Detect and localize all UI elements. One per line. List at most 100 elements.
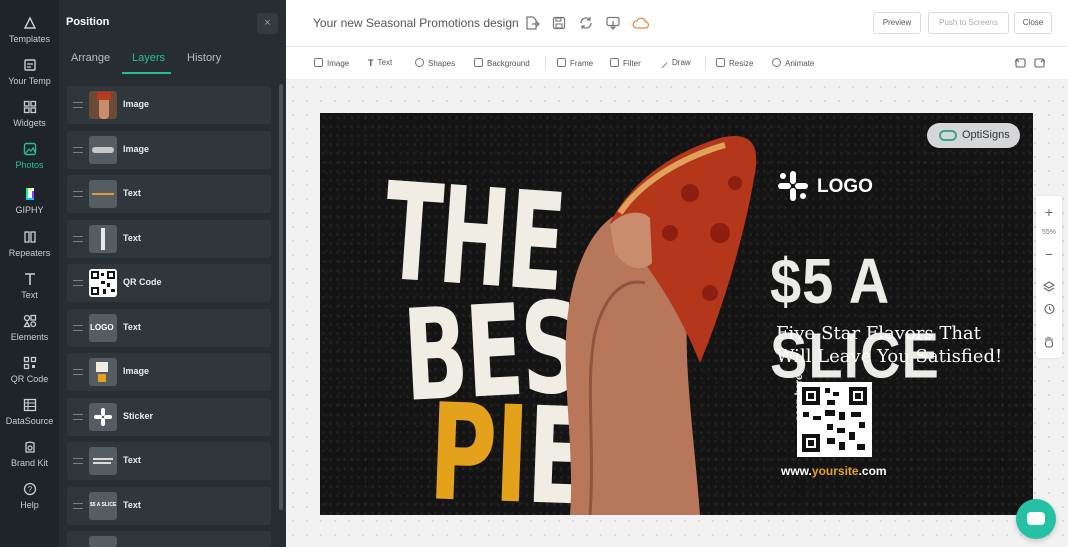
tool-label: Resize (729, 59, 754, 68)
text-icon (24, 273, 35, 285)
tool-label: Filter (623, 59, 641, 68)
rail-item-help[interactable]: ? Help (0, 482, 59, 510)
layer-label: Image (123, 366, 150, 376)
subline-1[interactable]: Five-Star Flavors That (776, 323, 981, 344)
push-to-screens-button[interactable]: Push to Screens (928, 12, 1009, 34)
rail-item-repeaters[interactable]: Repeaters (0, 230, 59, 258)
zoom-out-button[interactable]: − (1036, 246, 1062, 262)
brand-kit-icon (24, 441, 35, 453)
toolbar-divider (545, 56, 546, 70)
qr-code-image[interactable] (797, 382, 872, 457)
website-text[interactable]: www.yoursite.com (781, 464, 887, 478)
animate-icon (772, 58, 781, 67)
tab-history[interactable]: History (187, 52, 221, 64)
layer-row-sticker[interactable]: Sticker (67, 398, 271, 436)
rail-label: Help (20, 500, 39, 510)
drag-handle-icon[interactable] (73, 458, 83, 464)
tool-resize[interactable]: Resize (716, 58, 753, 68)
tool-filter[interactable]: Filter (610, 58, 641, 68)
text-tool-icon: T (368, 58, 374, 68)
rail-item-photos[interactable]: Photos (0, 142, 59, 170)
layer-label: Text (123, 500, 141, 510)
close-button[interactable]: Close (1014, 12, 1052, 34)
rail-item-widgets[interactable]: Widgets (0, 100, 59, 128)
tab-layers[interactable]: Layers (132, 52, 165, 64)
rail-item-text[interactable]: Text (0, 272, 59, 300)
drag-handle-icon[interactable] (73, 414, 83, 420)
tab-arrange[interactable]: Arrange (71, 52, 110, 64)
save-icon[interactable] (551, 15, 567, 31)
layer-row-text-3[interactable]: Text (67, 442, 271, 480)
drag-handle-icon[interactable] (73, 191, 83, 197)
tool-image[interactable]: Image (314, 58, 349, 68)
rail-item-datasource[interactable]: DataSource (0, 398, 59, 426)
rail-item-templates[interactable]: Templates (0, 16, 59, 44)
tool-background[interactable]: Background (474, 58, 530, 68)
undo-icon[interactable] (1014, 57, 1026, 69)
preview-button[interactable]: Preview (873, 12, 921, 34)
tool-draw[interactable]: Draw (660, 58, 691, 69)
layer-row-text-logo[interactable]: LOGO Text (67, 309, 271, 347)
download-icon[interactable] (605, 15, 621, 31)
redo-icon[interactable] (1034, 57, 1046, 69)
rail-item-your-templates[interactable]: Your Temp (0, 58, 59, 86)
layer-row-text-slice[interactable]: $5 A SLICE Text (67, 487, 271, 525)
history-icon[interactable] (1043, 303, 1055, 315)
layer-row-qr-code[interactable]: QR Code (67, 264, 271, 302)
refresh-icon[interactable] (578, 15, 594, 31)
layer-thumbnail (89, 447, 117, 475)
layer-label: Sticker (123, 411, 154, 421)
layer-row-partial[interactable] (67, 531, 271, 547)
tool-animate[interactable]: Animate (772, 58, 814, 68)
design-canvas[interactable]: OptiSigns THE BEST PIE LOGO $5 A SLICE F… (320, 113, 1033, 515)
tool-label: Image (327, 59, 350, 68)
drag-handle-icon[interactable] (73, 147, 83, 153)
tool-label: Shapes (428, 59, 456, 68)
tool-frame[interactable]: Frame (557, 58, 593, 68)
drag-handle-icon[interactable] (73, 503, 83, 509)
layer-row-image-badge[interactable]: Image (67, 131, 271, 169)
price-headline[interactable]: $5 A SLICE (770, 243, 1033, 393)
pizza-hand-image[interactable] (550, 113, 760, 515)
chat-icon (1027, 512, 1045, 525)
zoom-in-button[interactable]: + (1036, 204, 1062, 220)
layer-label: Text (123, 455, 141, 465)
rail-item-elements[interactable]: Elements (0, 314, 59, 342)
panel-close-button[interactable]: × (257, 13, 278, 34)
layer-label: Text (123, 188, 141, 198)
rail-item-giphy[interactable]: GIPHY (0, 187, 59, 215)
panel-scrollbar[interactable] (279, 84, 283, 510)
logo-sticker-icon[interactable] (775, 168, 811, 204)
rail-item-brand-kit[interactable]: Brand Kit (0, 440, 59, 468)
layer-thumbnail (89, 403, 117, 431)
editor-toolbar: Image T Text Shapes Background Frame Filt… (286, 47, 1068, 80)
drag-handle-icon[interactable] (73, 102, 83, 108)
hand-icon[interactable] (1043, 335, 1055, 348)
tool-shapes[interactable]: Shapes (415, 58, 455, 68)
subline-2[interactable]: Will Leave You Satisfied! (776, 346, 1002, 367)
layer-thumbnail: $5 A SLICE (89, 492, 117, 520)
drag-handle-icon[interactable] (73, 236, 83, 242)
layer-row-image-pizza[interactable]: Image (67, 86, 271, 124)
drag-handle-icon[interactable] (73, 280, 83, 286)
logo-text[interactable]: LOGO (817, 176, 873, 198)
rail-item-qr-code[interactable]: QR Code (0, 356, 59, 384)
image-icon (314, 58, 323, 67)
chat-support-button[interactable] (1016, 499, 1056, 539)
layer-row-text-1[interactable]: Text (67, 175, 271, 213)
optisigns-badge[interactable]: OptiSigns (927, 123, 1020, 148)
layers-panel: Position × Arrange Layers History Image … (59, 0, 286, 547)
layer-row-image-best-pie[interactable]: Image (67, 353, 271, 391)
layer-label: Image (123, 144, 150, 154)
slack-logo-icon (94, 408, 112, 426)
document-title[interactable]: Your new Seasonal Promotions design (313, 16, 519, 30)
drag-handle-icon[interactable] (73, 325, 83, 331)
layers-icon[interactable] (1043, 281, 1055, 293)
rail-label: GIPHY (15, 205, 44, 215)
drag-handle-icon[interactable] (73, 369, 83, 375)
export-icon[interactable] (524, 15, 540, 31)
repeaters-icon (23, 231, 36, 243)
tool-text[interactable]: T Text (368, 58, 392, 68)
cloud-icon[interactable] (632, 15, 650, 31)
layer-row-text-2[interactable]: Text (67, 220, 271, 258)
